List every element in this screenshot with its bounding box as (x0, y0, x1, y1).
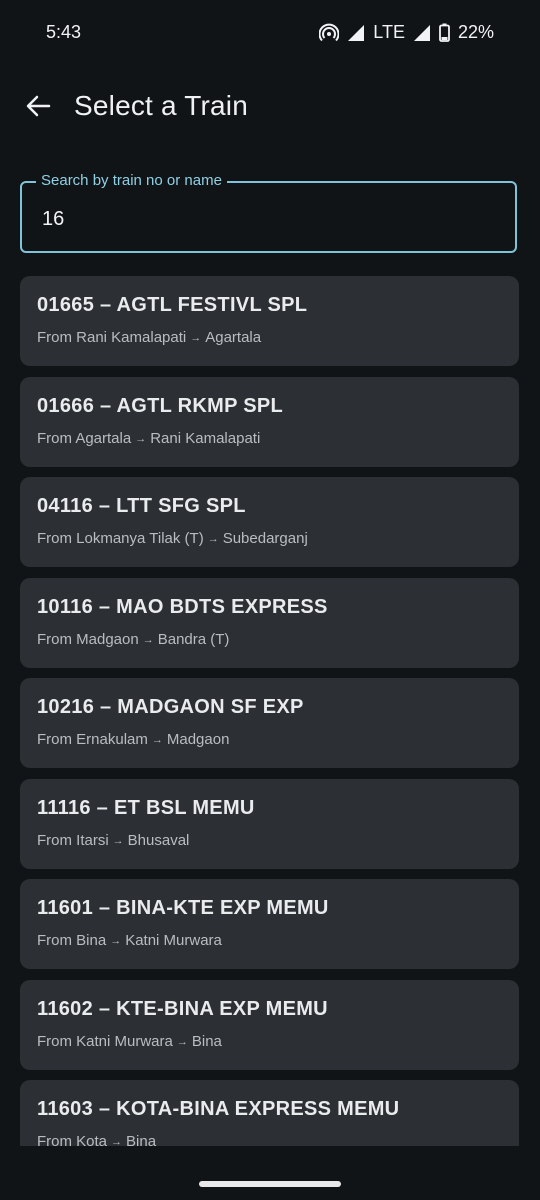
route-origin: From Itarsi (37, 831, 109, 849)
train-name: 11603 – KOTA-BINA EXPRESS MEMU (37, 1098, 400, 1120)
route-destination: Bina (191, 1032, 222, 1050)
train-card[interactable]: 11603 – KOTA-BINA EXPRESS MEMU From Kota →… (20, 1080, 519, 1146)
arrow-left-icon (25, 93, 51, 124)
train-route: From Itarsi → Bhusaval (37, 832, 502, 849)
train-name: 10116 – MAO BDTS EXPRESS (37, 595, 328, 618)
train-card[interactable]: 04116 – LTT SFG SPL From Lokmanya Tilak (… (20, 477, 519, 567)
route-destination: Subedarganj (222, 530, 308, 547)
route-origin: From Agartala (37, 429, 132, 447)
route-arrow-icon: → (112, 834, 124, 847)
train-route: From Kota → Bina (37, 1133, 502, 1146)
route-arrow-icon: → (135, 432, 147, 445)
status-icons: LTE 22% (319, 22, 494, 43)
route-arrow-icon: → (142, 633, 154, 646)
signal-icon (347, 24, 365, 42)
status-bar: 5:43 LTE 22% (0, 0, 540, 66)
train-route: From Agartala → Rani Kamalapati (37, 430, 502, 447)
route-destination: Bandra (T) (157, 630, 230, 648)
train-route: From Bina → Katni Murwara (37, 932, 502, 949)
hotspot-icon (319, 23, 340, 43)
train-route: From Katni Murwara → Bina (37, 1033, 502, 1050)
train-name: 10216 – MADGAON SF EXP (37, 696, 304, 718)
train-name: 01665 – AGTL FESTIVL SPL (37, 294, 308, 316)
train-card[interactable]: 01665 – AGTL FESTIVL SPL From Rani Kamala… (20, 276, 519, 366)
train-route: From Ernakulam → Madgaon (37, 731, 502, 748)
train-name: 11602 – KTE-BINA EXP MEMU (37, 997, 328, 1020)
route-arrow-icon: → (190, 332, 202, 345)
battery-level: 22% (457, 22, 494, 42)
search-input[interactable] (40, 203, 484, 235)
route-arrow-icon: → (207, 533, 219, 546)
route-origin: From Katni Murwara (37, 1032, 173, 1050)
train-name: 11601 – BINA-KTE EXP MEMU (37, 897, 329, 919)
home-indicator[interactable] (199, 1181, 341, 1187)
route-arrow-icon: → (151, 734, 163, 747)
route-origin: From Bina (37, 932, 107, 949)
train-route: From Lokmanya Tilak (T) → Subedarganj (37, 530, 502, 547)
route-destination: Bhusaval (127, 831, 190, 849)
train-route: From Madgaon → Bandra (T) (37, 631, 502, 648)
route-origin: From Madgaon (37, 630, 139, 648)
page-title: Select a Train (74, 90, 248, 121)
signal-icon-2 (413, 24, 431, 42)
search-field[interactable]: Search by train no or name (20, 172, 517, 253)
route-arrow-icon: → (111, 1136, 123, 1146)
train-card[interactable]: 01666 – AGTL RKMP SPL From Agartala → Rani … (20, 376, 519, 467)
train-name: 04116 – LTT SFG SPL (37, 495, 246, 517)
train-name: 11116 – ET BSL MEMU (37, 796, 255, 819)
route-destination: Rani Kamalapati (150, 429, 261, 447)
route-arrow-icon: → (110, 935, 122, 948)
train-card[interactable]: 11601 – BINA-KTE EXP MEMU From Bina → Katni… (20, 879, 519, 969)
train-card[interactable]: 10216 – MADGAON SF EXP From Ernakulam → Mad… (20, 678, 519, 768)
route-origin: From Rani Kamalapati (37, 329, 187, 346)
app-bar: Select a Train (0, 76, 540, 140)
route-origin: From Lokmanya Tilak (T) (37, 530, 204, 547)
route-origin: From Ernakulam (37, 731, 148, 748)
back-button[interactable] (18, 88, 58, 128)
route-origin: From Kota (37, 1133, 108, 1146)
search-label: Search by train no or name (36, 172, 227, 189)
train-card[interactable]: 10116 – MAO BDTS EXPRESS From Madgaon → Ban… (20, 577, 519, 668)
route-destination: Katni Murwara (125, 932, 222, 949)
status-time: 5:43 (46, 22, 82, 42)
train-card[interactable]: 11602 – KTE-BINA EXP MEMU From Katni Murw… (20, 979, 519, 1070)
network-type: LTE (373, 22, 405, 42)
battery-icon (439, 23, 450, 42)
route-destination: Madgaon (166, 731, 230, 748)
train-card[interactable]: 11116 – ET BSL MEMU From Itarsi → Bhusaval (20, 778, 519, 869)
train-route: From Rani Kamalapati → Agartala (37, 329, 502, 346)
train-name: 01666 – AGTL RKMP SPL (37, 394, 284, 417)
train-list: 01665 – AGTL FESTIVL SPL From Rani Kamala… (20, 276, 519, 1146)
route-destination: Agartala (205, 329, 262, 346)
route-destination: Bina (126, 1133, 157, 1146)
route-arrow-icon: → (176, 1035, 188, 1048)
